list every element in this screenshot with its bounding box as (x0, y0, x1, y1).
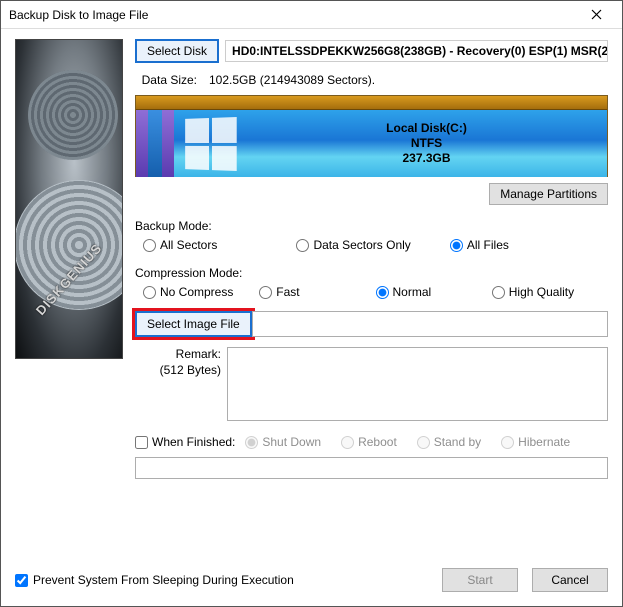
branding-image: DISKGENIUS (15, 39, 123, 359)
partition-size: 237.3GB (246, 151, 607, 166)
start-button: Start (442, 568, 518, 592)
partition-map[interactable]: Local Disk(C:) NTFS 237.3GB (135, 95, 608, 177)
compression-none[interactable]: No Compress (143, 285, 259, 299)
when-finished-standby: Stand by (417, 435, 481, 449)
when-finished-shutdown: Shut Down (245, 435, 321, 449)
compression-normal[interactable]: Normal (376, 285, 492, 299)
data-size-label: Data Size: (135, 73, 197, 87)
select-disk-button[interactable]: Select Disk (135, 39, 219, 63)
image-file-path-input[interactable] (252, 311, 608, 337)
partition-name: Local Disk(C:) (246, 121, 607, 136)
backup-mode-data-sectors[interactable]: Data Sectors Only (296, 238, 449, 252)
when-finished-checkbox[interactable]: When Finished: (135, 435, 235, 449)
windows-logo-icon (185, 117, 237, 171)
cancel-button[interactable]: Cancel (532, 568, 608, 592)
close-button[interactable] (576, 2, 616, 28)
partition-msr[interactable] (162, 96, 174, 176)
compression-fast[interactable]: Fast (259, 285, 375, 299)
when-finished-hibernate: Hibernate (501, 435, 570, 449)
backup-mode-group: All Sectors Data Sectors Only All Files (143, 238, 608, 252)
close-icon (591, 9, 602, 20)
manage-partitions-button[interactable]: Manage Partitions (489, 183, 608, 205)
window-title: Backup Disk to Image File (9, 8, 148, 22)
prevent-sleep-checkbox[interactable]: Prevent System From Sleeping During Exec… (15, 573, 294, 587)
remark-sublabel: (512 Bytes) (135, 363, 221, 379)
backup-mode-all-files[interactable]: All Files (450, 238, 603, 252)
compression-mode-group: No Compress Fast Normal High Quality (143, 285, 608, 299)
when-finished-reboot: Reboot (341, 435, 397, 449)
partition-recovery[interactable] (136, 96, 148, 176)
select-image-file-button[interactable]: Select Image File (135, 311, 252, 337)
remark-textarea[interactable] (227, 347, 608, 421)
title-bar: Backup Disk to Image File (1, 1, 622, 29)
partition-local-disk-c[interactable]: Local Disk(C:) NTFS 237.3GB (174, 96, 607, 176)
data-size-value: 102.5GB (214943089 Sectors). (209, 73, 375, 87)
remark-label: Remark: (135, 347, 221, 363)
backup-mode-label: Backup Mode: (135, 219, 608, 233)
disk-info: HD0:INTELSSDPEKKW256G8(238GB) - Recovery… (225, 40, 608, 62)
partition-fs: NTFS (246, 136, 607, 151)
compression-high[interactable]: High Quality (492, 285, 608, 299)
brand-text: DISKGENIUS (33, 240, 105, 318)
compression-mode-label: Compression Mode: (135, 266, 608, 280)
progress-bar (135, 457, 608, 479)
partition-esp[interactable] (148, 96, 162, 176)
backup-mode-all-sectors[interactable]: All Sectors (143, 238, 296, 252)
